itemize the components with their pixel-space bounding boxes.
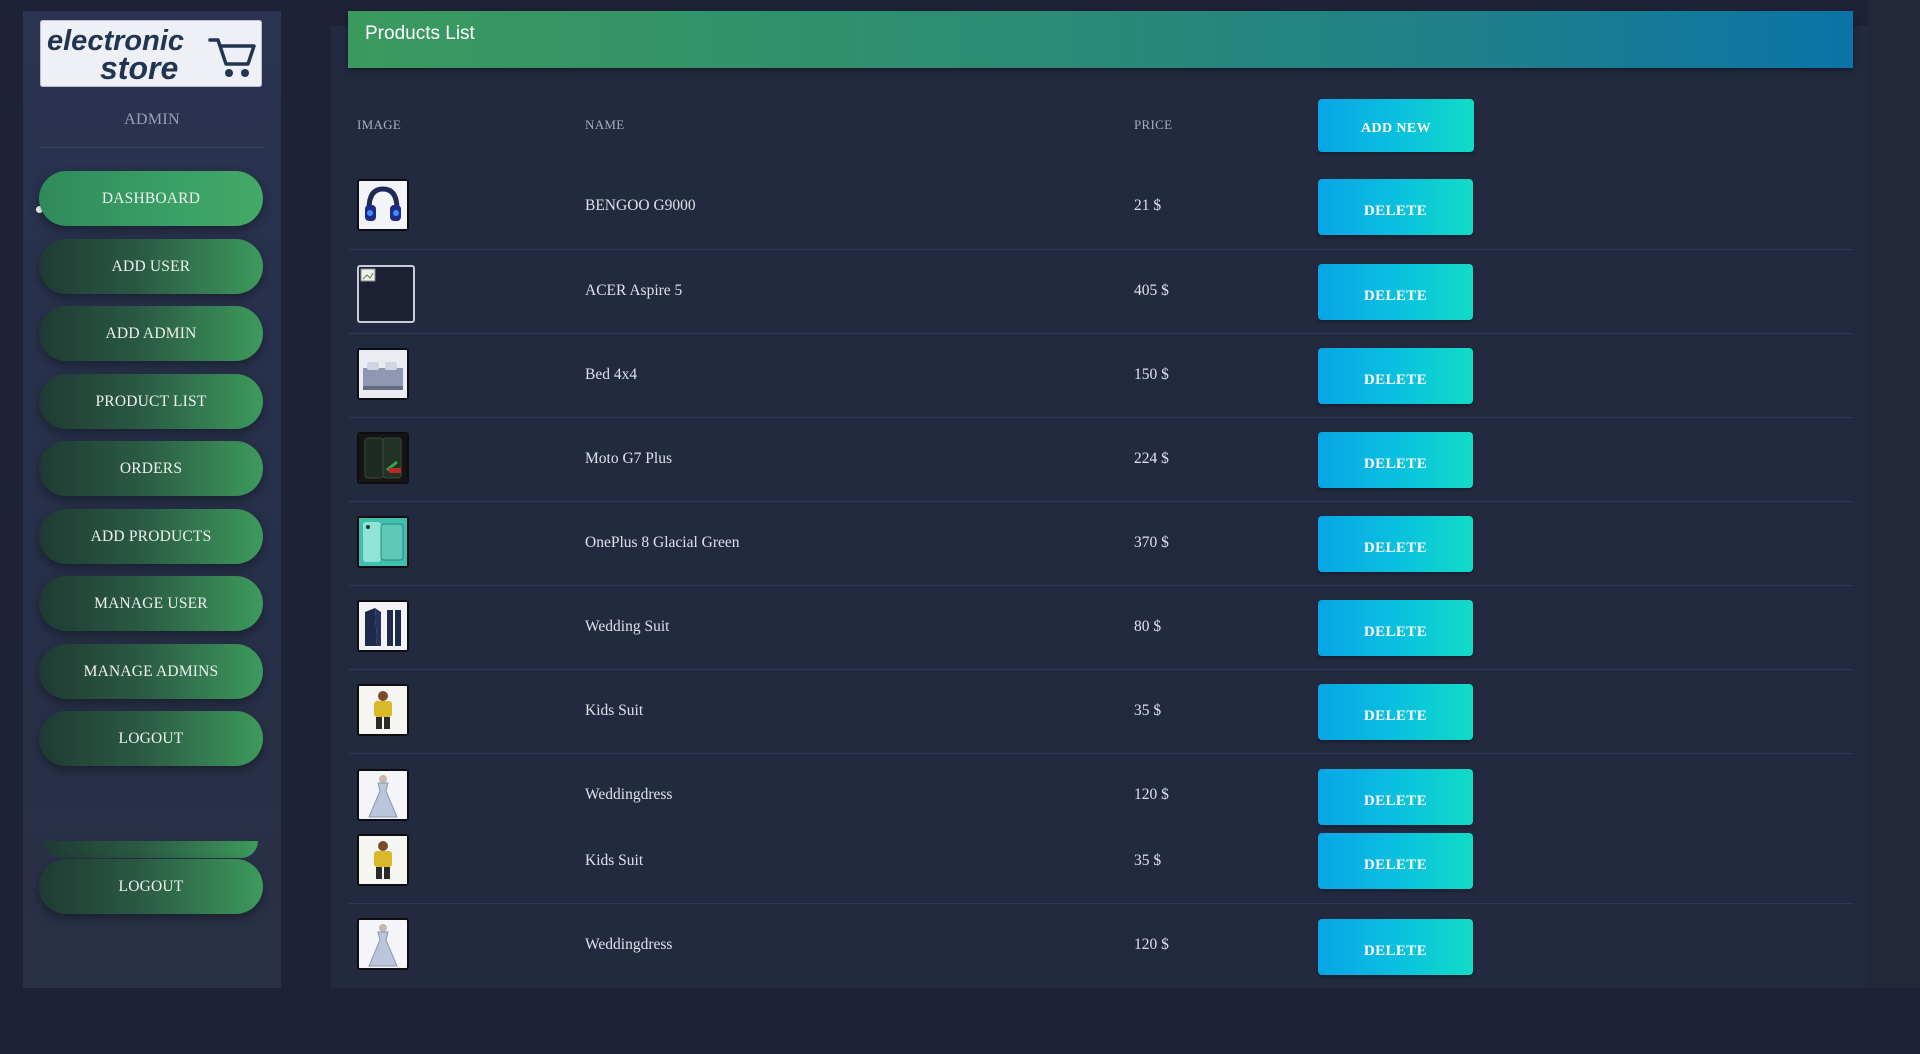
product-name: Bed 4x4 — [585, 366, 638, 383]
sidebar-item-dashboard[interactable]: DASHBOARD — [39, 171, 263, 226]
product-name: OnePlus 8 Glacial Green — [585, 534, 740, 551]
sidebar-divider — [40, 147, 264, 148]
headset-image — [357, 179, 409, 231]
sidebar-item-product-list[interactable]: PRODUCT LIST — [39, 374, 263, 429]
delete-button[interactable]: DELETE — [1318, 179, 1473, 235]
table-row: OnePlus 8 Glacial Green 370 $ DELETE — [348, 502, 1853, 586]
delete-button[interactable]: DELETE — [1318, 264, 1473, 320]
sidebar-item-manage-admins[interactable]: MANAGE ADMINS — [39, 644, 263, 699]
suit-image — [357, 600, 409, 652]
sidebar-role-label: ADMIN — [124, 111, 180, 128]
column-header-image: IMAGE — [357, 117, 402, 132]
logo-text-line2: store — [100, 50, 178, 86]
product-price: 120 $ — [1134, 786, 1169, 803]
column-header-price: PRICE — [1134, 117, 1173, 132]
sidebar-item-orders[interactable]: ORDERS — [39, 441, 263, 496]
sidebar-item-add-user[interactable]: ADD USER — [39, 239, 263, 294]
product-price: 405 $ — [1134, 282, 1169, 299]
sidebar: electronic store ADMIN DASHBOARD ADD USE… — [23, 11, 281, 988]
product-price: 224 $ — [1134, 450, 1169, 467]
sidebar-item-add-products[interactable]: ADD PRODUCTS — [39, 509, 263, 564]
product-price: 150 $ — [1134, 366, 1169, 383]
table-row: Wedding Suit 80 $ DELETE — [348, 586, 1853, 670]
sidebar-clipped-button — [44, 841, 258, 858]
bed-image — [357, 348, 409, 400]
phone-green-image — [357, 516, 409, 568]
table-row: ACER Aspire 5 405 $ DELETE — [348, 250, 1853, 334]
cart-logo-icon: electronic store — [47, 25, 256, 86]
page-bottom-band — [0, 988, 1920, 1054]
broken-image-icon — [357, 265, 415, 323]
product-price: 80 $ — [1134, 618, 1162, 635]
delete-button[interactable]: DELETE — [1318, 432, 1473, 488]
delete-button[interactable]: DELETE — [1318, 516, 1473, 572]
delete-button[interactable]: DELETE — [1318, 833, 1473, 889]
table-row: Weddingdress 120 $ DELETE — [348, 754, 1853, 825]
page-title: Products List — [365, 23, 475, 44]
table-row: BENGOO G9000 21 $ DELETE — [348, 166, 1853, 250]
product-name: Wedding Suit — [585, 618, 670, 635]
table-row: Weddingdress 120 $ DELETE — [348, 904, 1853, 988]
add-new-button[interactable]: ADD NEW — [1318, 99, 1474, 152]
store-logo[interactable]: electronic store — [40, 20, 262, 87]
product-price: 35 $ — [1134, 702, 1162, 719]
page-right-margin — [1868, 0, 1920, 988]
delete-button[interactable]: DELETE — [1318, 348, 1473, 404]
sidebar-item-add-admin[interactable]: ADD ADMIN — [39, 306, 263, 361]
page-header: Products List — [348, 11, 1853, 68]
delete-button[interactable]: DELETE — [1318, 600, 1473, 656]
kids-suit-image — [357, 684, 409, 736]
dress-image — [357, 769, 409, 821]
kids-suit-image — [357, 834, 409, 886]
table-row: Kids Suit 35 $ DELETE — [348, 818, 1853, 904]
sidebar-item-manage-user[interactable]: MANAGE USER — [39, 576, 263, 631]
product-name: Weddingdress — [585, 786, 673, 803]
sidebar-item-logout-extra[interactable]: LOGOUT — [39, 859, 263, 914]
table-row: Moto G7 Plus 224 $ DELETE — [348, 418, 1853, 502]
product-name: BENGOO G9000 — [585, 197, 696, 214]
product-price: 21 $ — [1134, 197, 1162, 214]
table-row: Kids Suit 35 $ DELETE — [348, 670, 1853, 754]
product-name: Kids Suit — [585, 852, 644, 869]
product-price: 35 $ — [1134, 852, 1162, 869]
product-price: 370 $ — [1134, 534, 1169, 551]
delete-button[interactable]: DELETE — [1318, 919, 1473, 975]
product-name: Kids Suit — [585, 702, 644, 719]
delete-button[interactable]: DELETE — [1318, 684, 1473, 740]
product-name: Weddingdress — [585, 936, 673, 953]
sidebar-item-logout[interactable]: LOGOUT — [39, 711, 263, 766]
dress-image — [357, 918, 409, 970]
column-header-name: NAME — [585, 117, 625, 132]
table-row: Bed 4x4 150 $ DELETE — [348, 334, 1853, 418]
delete-button[interactable]: DELETE — [1318, 769, 1473, 825]
product-name: ACER Aspire 5 — [585, 282, 683, 299]
product-price: 120 $ — [1134, 936, 1169, 953]
phone-image — [357, 432, 409, 484]
product-name: Moto G7 Plus — [585, 450, 672, 467]
